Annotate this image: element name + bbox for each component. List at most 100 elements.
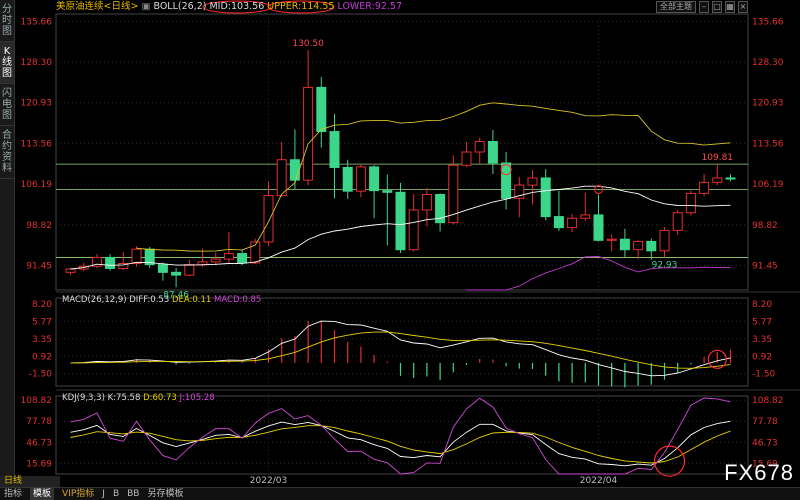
price-extreme-label: 130.50: [292, 39, 324, 49]
candle: [303, 86, 314, 181]
candle: [65, 268, 76, 273]
price-ytick-left: 91.45: [26, 261, 52, 271]
candle: [619, 238, 630, 251]
candle: [316, 86, 327, 133]
price-ytick-right: 128.30: [752, 58, 784, 68]
candle: [646, 240, 657, 252]
layout-button[interactable]: 全部主题: [656, 1, 696, 13]
candle: [699, 181, 710, 194]
candle: [276, 159, 287, 197]
macd-ytick-left: -1.50: [29, 370, 53, 380]
macd-value: MACD:0.85: [214, 295, 262, 305]
close-icon[interactable]: ×: [738, 1, 748, 13]
macd-ytick-right: 0.92: [752, 352, 772, 362]
candle: [712, 177, 723, 183]
candle: [355, 166, 366, 192]
tab-bb[interactable]: BB: [127, 488, 139, 500]
instrument-title: 美原油连续<日线>: [56, 1, 139, 12]
kdj-j-line: [70, 397, 731, 475]
x-axis-label: 2022/03: [250, 476, 287, 486]
boll-lower: LOWER:92.57: [337, 1, 403, 12]
bottom-toolbar: 指标 模板 VIP指标 J B BB 另存模板: [0, 487, 800, 500]
kdj-ytick-right: 46.73: [752, 438, 778, 448]
boll-header: 美原油连续<日线> ▣ BOLL(26,2) MID:103.56 UPPER:…: [56, 0, 402, 14]
candle: [474, 141, 485, 153]
tab-save-template[interactable]: 另存模板: [147, 488, 183, 500]
price-ytick-right: 106.19: [752, 180, 784, 190]
candle: [725, 177, 736, 180]
candle: [461, 151, 472, 166]
candle: [157, 264, 168, 273]
candle: [487, 141, 498, 164]
panel-frame: [55, 297, 749, 387]
kdj-ytick-right: 77.78: [752, 417, 778, 427]
macd-header: MACD(26,12,9) DIFF:0.53 DEA:0.11 MACD:0.…: [62, 295, 261, 305]
candle: [421, 194, 432, 211]
tab-indicators[interactable]: 指标: [4, 488, 22, 500]
candle: [501, 162, 512, 199]
macd-ytick-left: 3.35: [32, 335, 52, 345]
kdj-ytick-right: 108.82: [752, 396, 784, 406]
candle: [237, 253, 248, 264]
candle: [633, 240, 644, 251]
window-controls: 全部主题 – □ ▦ ×: [656, 1, 748, 13]
x-axis-label: 2022/04: [580, 476, 618, 486]
grid-icon[interactable]: ▦: [725, 1, 735, 13]
candle: [131, 248, 142, 265]
boll-upper: UPPER:114.55: [267, 1, 335, 12]
tab-b[interactable]: B: [113, 488, 119, 500]
candle: [553, 216, 564, 229]
candle: [567, 217, 578, 229]
candle: [395, 191, 406, 251]
price-ytick-left: 113.56: [21, 139, 53, 149]
price-ytick-right: 91.45: [752, 261, 778, 271]
price-ytick-left: 98.82: [26, 221, 52, 231]
tab-vip[interactable]: VIP指标: [62, 488, 94, 500]
boll-lower-line: [466, 256, 731, 291]
price-ytick-right: 98.82: [752, 221, 778, 231]
candle: [223, 253, 234, 260]
macd-diff: DIFF:0.53: [129, 295, 170, 305]
macd-ytick-right: 3.35: [752, 335, 772, 345]
boll-label: BOLL(26,2): [153, 1, 207, 12]
tab-templates[interactable]: 模板: [30, 488, 55, 500]
price-ytick-left: 106.19: [21, 180, 53, 190]
price-ytick-left: 128.30: [21, 58, 53, 68]
price-ytick-right: 135.66: [752, 17, 784, 27]
price-ytick-left: 120.93: [21, 99, 53, 109]
kdj-ytick-left: 77.78: [26, 417, 52, 427]
candle: [672, 212, 683, 231]
kdj-ytick-left: 46.73: [26, 438, 52, 448]
candle: [408, 209, 419, 251]
candle: [527, 177, 538, 186]
candle: [580, 214, 591, 219]
period-badge[interactable]: 日线: [0, 476, 60, 487]
price-ytick-right: 113.56: [752, 139, 784, 149]
macd-dea: DEA:0.11: [171, 295, 212, 305]
restore-icon[interactable]: □: [712, 1, 722, 13]
candle: [540, 177, 551, 218]
kdj-k-line: [70, 420, 731, 467]
price-extreme-label: 92.93: [652, 260, 678, 270]
watermark: FX678: [724, 460, 794, 485]
kdj-header: KDJ(9,3,3) K:75.58 D:60.73 J:105.28: [62, 393, 215, 403]
box-icon: ▣: [141, 1, 151, 12]
kdj-ytick-left: 108.82: [21, 396, 53, 406]
candle: [606, 238, 617, 241]
kdj-k: K:75.58: [107, 393, 141, 403]
price-chart[interactable]: 135.66 135.66 128.30 128.30 120.93 120.93 113.…: [0, 0, 800, 500]
kdj-j: J:105.28: [179, 393, 215, 403]
candle: [289, 159, 300, 181]
candle: [369, 166, 380, 192]
price-extreme-label: 109.81: [702, 153, 734, 163]
macd-ytick-left: 5.77: [32, 317, 52, 327]
candle: [593, 214, 604, 241]
candle: [685, 192, 696, 214]
candle: [184, 264, 195, 276]
macd-ytick-right: 8.20: [752, 300, 772, 310]
boll-upper-line: [136, 102, 731, 252]
minimize-icon[interactable]: –: [699, 1, 709, 13]
candle: [210, 258, 221, 263]
macd-ytick-right: 5.77: [752, 317, 772, 327]
tab-j[interactable]: J: [102, 488, 105, 500]
